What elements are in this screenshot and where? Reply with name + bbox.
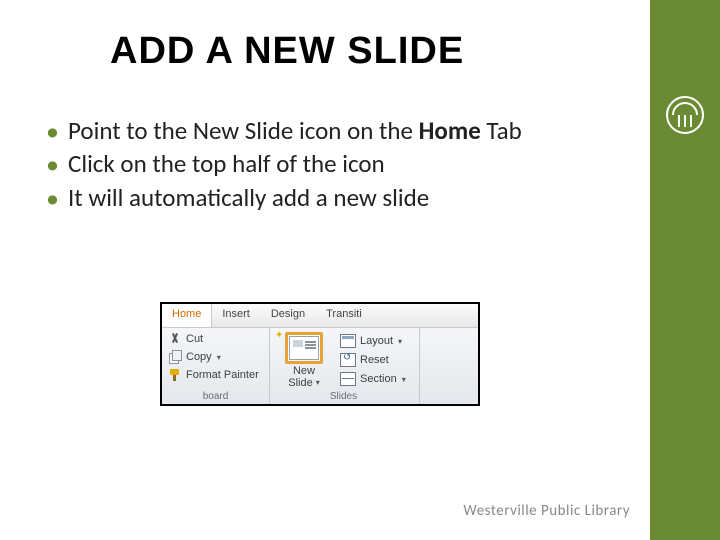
copy-button[interactable]: Copy ▾ (168, 350, 263, 364)
dropdown-icon: ▾ (217, 353, 221, 362)
new-slide-icon[interactable] (289, 336, 319, 360)
copy-label: Copy (186, 351, 212, 363)
new-slide-highlight (285, 332, 323, 364)
brand-sidebar (650, 0, 720, 540)
clipboard-group-label: board (168, 389, 263, 402)
slides-group: ✦ New Slide ▾ (270, 328, 420, 404)
bullet-text: Point to the New Slide icon on the (68, 115, 419, 146)
bullet-item: Click on the top half of the icon (40, 148, 600, 179)
reset-icon (340, 353, 356, 367)
tab-insert[interactable]: Insert (212, 304, 261, 327)
section-label: Section (360, 373, 397, 385)
reset-button[interactable]: Reset (340, 353, 406, 367)
bullet-list: Point to the New Slide icon on the Home … (40, 115, 600, 215)
library-logo-icon (665, 95, 705, 135)
slides-group-label: Slides (274, 389, 413, 402)
tab-home[interactable]: Home (162, 304, 212, 327)
dropdown-icon[interactable]: ▾ (316, 379, 320, 387)
copy-icon (168, 350, 182, 364)
format-painter-button[interactable]: Format Painter (168, 368, 263, 382)
powerpoint-ribbon-screenshot: Home Insert Design Transiti Cut Copy ▾ (160, 302, 480, 406)
bullet-item: Point to the New Slide icon on the Home … (40, 115, 600, 146)
bullet-item: It will automatically add a new slide (40, 182, 600, 213)
ribbon-tabs: Home Insert Design Transiti (162, 304, 478, 328)
bullet-text: Click on the top half of the icon (68, 148, 385, 179)
dropdown-icon: ▾ (402, 375, 406, 384)
dropdown-icon: ▾ (398, 337, 402, 346)
layout-icon (340, 334, 356, 348)
section-button[interactable]: Section ▾ (340, 372, 406, 386)
bullet-text: It will automatically add a new slide (68, 182, 429, 213)
layout-button[interactable]: Layout ▾ (340, 334, 406, 348)
bullet-bold: Home (419, 115, 481, 146)
format-painter-label: Format Painter (186, 369, 259, 381)
bullet-text: Tab (481, 115, 522, 146)
scissors-icon (168, 332, 182, 346)
reset-label: Reset (360, 354, 389, 366)
layout-label: Layout (360, 335, 393, 347)
new-slide-button[interactable]: New Slide ▾ (288, 366, 319, 389)
new-slide-label-1: New (293, 366, 315, 378)
section-icon (340, 372, 356, 386)
tab-transitions[interactable]: Transiti (316, 304, 373, 327)
clipboard-group: Cut Copy ▾ Format Painter board (162, 328, 270, 404)
sparkle-icon: ✦ (275, 330, 283, 341)
slide-title: ADD A NEW SLIDE (110, 30, 464, 73)
new-slide-label-2: Slide (288, 378, 312, 390)
footer-brand: Westerville Public Library (463, 502, 630, 520)
cut-label: Cut (186, 333, 203, 345)
paintbrush-icon (168, 368, 182, 382)
tab-design[interactable]: Design (261, 304, 316, 327)
cut-button[interactable]: Cut (168, 332, 263, 346)
